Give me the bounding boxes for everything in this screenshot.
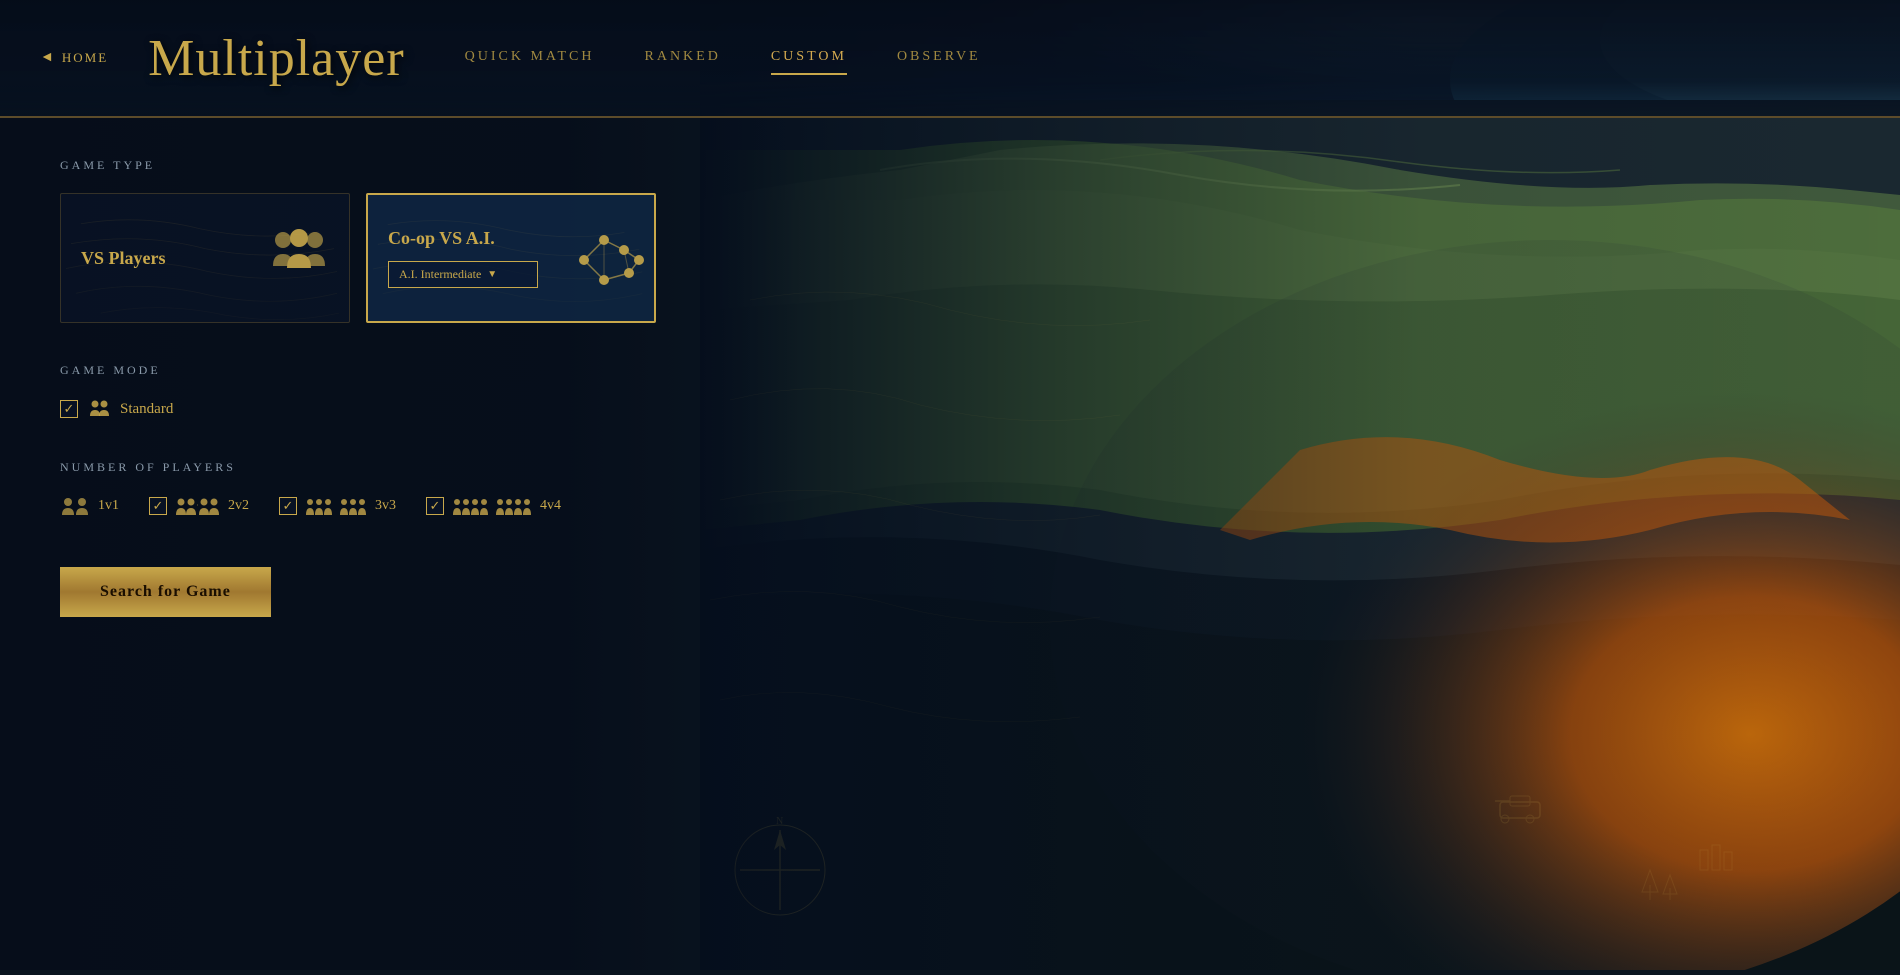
4v4-checkbox[interactable] [426,497,444,515]
vs-players-icon [269,226,329,290]
tab-ranked[interactable]: RANKED [645,41,721,75]
nav-tabs: QUICK MATCH RANKED CUSTOM OBSERVE [465,41,981,75]
game-mode-section: GAME MODE Standard [60,363,740,420]
game-type-cards: VS Players [60,193,740,323]
coop-ai-left: Co-op VS A.I. A.I. Intermediate ▼ [388,228,538,288]
2v2-icon [175,495,220,517]
2v2-checkbox[interactable] [149,497,167,515]
game-mode-label: GAME MODE [60,363,740,378]
vs-players-content: VS Players [61,194,349,322]
ai-difficulty-dropdown[interactable]: A.I. Intermediate ▼ [388,261,538,288]
dropdown-arrow-icon: ▼ [487,269,497,280]
4v4-icon [452,495,532,517]
standard-mode-icon [88,398,110,420]
game-type-label: GAME TYPE [60,158,740,173]
vs-players-card[interactable]: VS Players [60,193,350,323]
navbar: ◄ HOME Multiplayer QUICK MATCH RANKED CU… [0,0,1900,118]
1v1-icon [60,495,90,517]
3v3-icon [305,495,367,517]
players-label: NUMBER OF PLAYERS [60,460,740,475]
vs-players-title: VS Players [81,248,166,269]
player-option-2v2[interactable]: 2v2 [149,495,249,517]
player-option-1v1[interactable]: 1v1 [60,495,119,517]
2v2-label: 2v2 [228,498,249,514]
main-content: GAME TYPE VS Player [0,118,800,970]
tab-quick-match[interactable]: QUICK MATCH [465,41,595,75]
1v1-label: 1v1 [98,498,119,514]
tab-custom[interactable]: CUSTOM [771,41,847,75]
tab-observe[interactable]: OBSERVE [897,41,981,75]
players-row: 1v1 2v2 [60,495,740,517]
ai-difficulty-label: A.I. Intermediate [399,267,481,282]
standard-mode-text: Standard [120,401,173,418]
player-option-4v4[interactable]: 4v4 [426,495,561,517]
players-section: NUMBER OF PLAYERS 1v1 [60,460,740,517]
3v3-label: 3v3 [375,498,396,514]
coop-ai-card[interactable]: Co-op VS A.I. A.I. Intermediate ▼ [366,193,656,323]
game-type-section: GAME TYPE VS Player [60,158,740,323]
player-option-3v3[interactable]: 3v3 [279,495,396,517]
standard-mode-checkbox[interactable] [60,400,78,418]
coop-ai-title: Co-op VS A.I. [388,228,538,249]
coop-ai-content: Co-op VS A.I. A.I. Intermediate ▼ [368,195,654,321]
vs-players-left: VS Players [81,248,166,269]
home-label: HOME [62,50,108,66]
home-arrow-icon: ◄ [40,50,56,66]
page-title: Multiplayer [148,29,405,88]
ai-network-icon [564,228,634,288]
standard-mode-option[interactable]: Standard [60,398,740,420]
4v4-label: 4v4 [540,498,561,514]
3v3-checkbox[interactable] [279,497,297,515]
home-button[interactable]: ◄ HOME [40,50,108,66]
search-button[interactable]: Search for Game [60,567,271,617]
